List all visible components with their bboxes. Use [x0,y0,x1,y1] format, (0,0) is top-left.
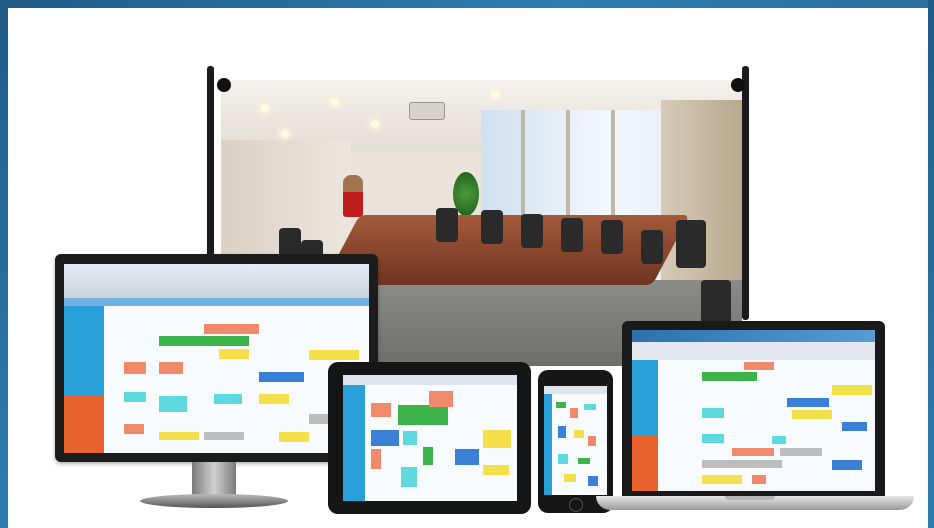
resource-column [343,385,365,501]
screen-pole-right [742,66,749,320]
monitor-stand-base [140,494,288,508]
chair [481,210,503,244]
tablet-calendar-app [343,375,517,501]
screen-pole-cap [731,78,745,92]
event-block [483,430,511,448]
event-block [744,362,774,370]
event-block [564,474,576,482]
monitor-stand-neck [192,462,236,496]
resource-column [632,435,658,491]
event-block [584,404,596,410]
ceiling-projector [409,102,445,120]
event-block [832,460,862,470]
ceiling-light [491,90,499,98]
laptop-calendar-app [632,330,875,491]
event-block [702,434,724,443]
app-toolbar [544,386,607,394]
chair [521,214,543,248]
event-block [752,475,766,484]
event-block [483,465,509,475]
event-block [159,362,183,374]
event-block [780,448,822,456]
event-block [204,324,259,334]
event-block [574,430,584,438]
event-block [455,449,479,465]
event-block [732,448,774,456]
event-block [371,449,381,469]
ceiling-light [281,130,289,138]
event-block [159,396,187,412]
chair [601,220,623,254]
ceiling-light [261,104,269,112]
event-block [702,475,742,484]
frame-top-edge [0,0,934,8]
event-block [787,398,829,407]
ceiling-light [331,98,339,106]
event-block [558,454,568,464]
event-block [214,394,242,404]
event-block [588,436,596,446]
chair [436,208,458,242]
event-block [570,408,578,418]
chair [561,218,583,252]
phone-calendar-app [544,386,607,495]
event-block [772,436,786,444]
event-block [556,402,566,408]
app-toolbar [64,264,369,298]
event-block [702,372,757,381]
event-block [159,432,199,440]
screen-pole-cap [217,78,231,92]
event-block [279,432,309,442]
event-block [371,430,399,446]
event-block [124,392,146,402]
event-block [832,385,872,395]
event-block [842,422,867,431]
mascot-figure [343,175,363,217]
event-block [371,403,391,417]
phone-home-button [569,498,583,512]
event-block [398,405,448,425]
event-block [578,458,590,464]
resource-column [632,360,658,435]
event-block [401,467,417,487]
event-block [124,362,146,374]
laptop-hinge-notch [725,496,775,500]
event-block [219,349,249,359]
event-block [124,424,144,434]
resource-column [544,394,552,495]
event-block [159,336,249,346]
app-title-bar [632,330,875,342]
chair [641,230,663,264]
event-block [702,408,724,418]
ceiling-light [371,120,379,128]
resource-column [64,306,104,396]
chair [676,220,706,268]
monitor-calendar-app [64,264,369,453]
event-block [558,426,566,438]
event-block [403,431,417,445]
event-block [588,476,598,486]
event-block [259,394,289,404]
event-block [204,432,244,440]
app-toolbar [343,375,517,385]
event-block [702,460,782,468]
app-toolbar [632,342,875,360]
event-block [423,447,433,465]
room-wall-right [661,100,742,300]
event-block [309,350,359,360]
event-block [429,391,453,407]
resource-column [64,396,104,453]
event-block [792,410,832,419]
date-header [64,298,369,306]
event-block [259,372,304,382]
frame-left-edge [0,0,8,528]
frame-right-edge [928,0,934,528]
